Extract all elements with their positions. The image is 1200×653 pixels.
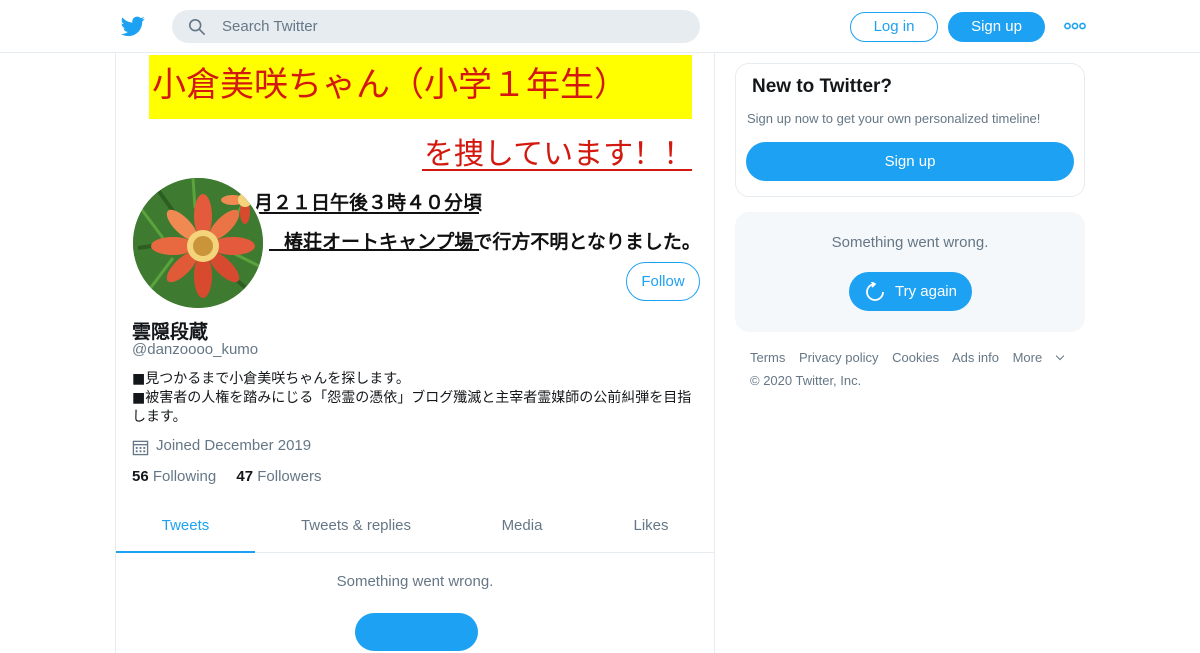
search-input[interactable] <box>222 10 682 43</box>
tab-tweets[interactable]: Tweets <box>116 505 255 553</box>
followers-count[interactable]: 47 <box>236 468 253 485</box>
footer-link-cookies[interactable]: Cookies <box>892 350 939 365</box>
sidebar-error-message: Something went wrong. <box>831 234 989 251</box>
banner-line-1: 小倉美咲ちゃん（小学１年生） <box>149 55 692 119</box>
try-again-label: Try again <box>895 283 957 300</box>
twitter-bird-icon[interactable] <box>120 14 146 38</box>
footer-links: Terms Privacy policy Cookies Ads info Mo… <box>750 350 1090 365</box>
followers-label[interactable]: Followers <box>257 468 321 485</box>
more-options-icon[interactable] <box>1064 18 1086 34</box>
search-icon <box>188 18 206 36</box>
sidebar-error-card: Something went wrong. Try again <box>735 212 1085 332</box>
banner-underline-1 <box>422 169 692 171</box>
timeline-error-message: Something went wrong. <box>336 573 494 590</box>
new-to-twitter-card: New to Twitter? Sign up now to get your … <box>735 63 1085 197</box>
footer: Terms Privacy policy Cookies Ads info Mo… <box>750 350 1090 388</box>
banner-underline-2 <box>246 212 479 214</box>
bio-line: ■見つかるまで小倉美咲ちゃんを探します。 <box>132 371 410 387</box>
sidebar-sign-up-button[interactable]: Sign up <box>746 142 1074 181</box>
following-count[interactable]: 56 <box>132 468 149 485</box>
joined-text: Joined December 2019 <box>156 437 312 454</box>
footer-link-terms[interactable]: Terms <box>750 350 785 365</box>
new-to-twitter-subtitle: Sign up now to get your own personalized… <box>747 111 1041 126</box>
profile-column: 小倉美咲ちゃん（小学１年生） を捜しています！！ 月２１日午後３時４０分頃 椿荘… <box>115 53 715 653</box>
banner-line-2: を捜しています！！ <box>424 137 694 172</box>
profile-handle[interactable]: @danzoooo_kumo <box>132 341 258 358</box>
avatar[interactable] <box>130 175 266 311</box>
profile-tabs: Tweets Tweets & replies Media Likes <box>116 505 714 553</box>
tab-likes[interactable]: Likes <box>596 505 706 553</box>
sign-up-button[interactable]: Sign up <box>948 12 1045 42</box>
profile-name: 雲隠段蔵 <box>132 322 209 343</box>
tab-media[interactable]: Media <box>466 505 578 553</box>
banner-line-3: 月２１日午後３時４０分頃 <box>254 192 483 214</box>
copyright: © 2020 Twitter, Inc. <box>750 373 862 388</box>
banner-underline-3 <box>269 249 479 251</box>
profile-bio: ■見つかるまで小倉美咲ちゃんを探します。 ■被害者の人権を踏みにじる「怨霊の憑依… <box>132 370 702 427</box>
footer-link-privacy[interactable]: Privacy policy <box>799 350 878 365</box>
bio-line: ■被害者の人権を踏みにじる「怨霊の憑依」ブログ殲滅と主宰者霊媒師の公前糾弾を目指… <box>132 390 692 425</box>
footer-more-label: More <box>1012 350 1043 365</box>
footer-link-more[interactable]: More <box>1013 350 1074 365</box>
follow-button[interactable]: Follow <box>626 262 700 301</box>
footer-link-ads-info[interactable]: Ads info <box>952 350 999 365</box>
tab-tweets-replies[interactable]: Tweets & replies <box>266 505 446 553</box>
new-to-twitter-title: New to Twitter? <box>752 76 893 97</box>
timeline-try-again-button[interactable] <box>355 613 478 651</box>
top-bar: Log in Sign up <box>0 0 1200 53</box>
try-again-button[interactable]: Try again <box>849 272 972 311</box>
log-in-button[interactable]: Log in <box>850 12 938 42</box>
search-box[interactable] <box>172 10 700 43</box>
chevron-down-icon <box>1055 351 1065 361</box>
flower-avatar-image <box>133 178 263 308</box>
calendar-icon <box>132 440 149 456</box>
following-label[interactable]: Following <box>153 468 216 485</box>
profile-stats: 56 Following 47 Followers <box>132 468 337 485</box>
refresh-icon <box>866 282 884 301</box>
